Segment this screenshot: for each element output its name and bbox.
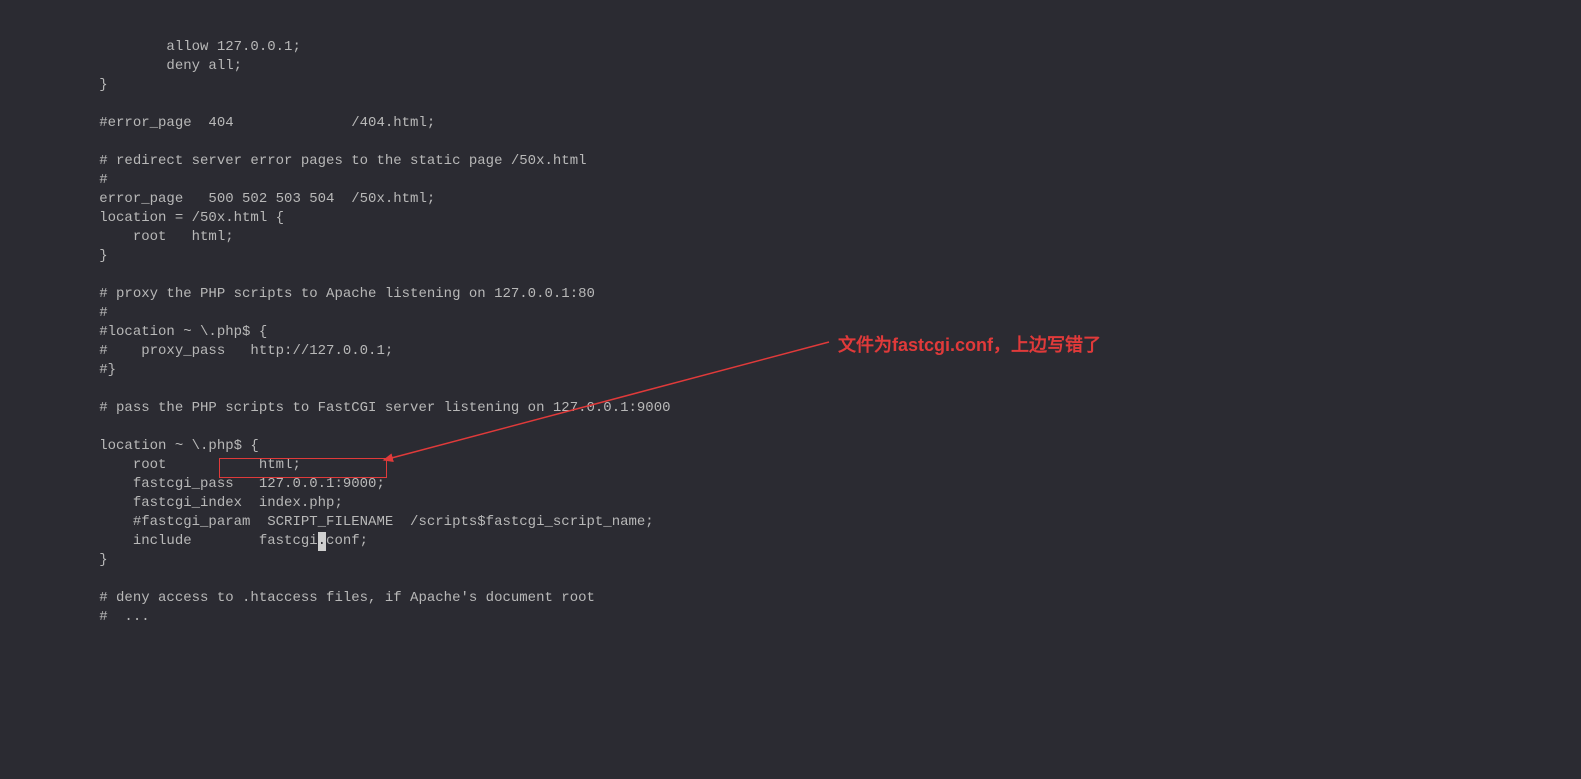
code-line: # pass the PHP scripts to FastCGI server… <box>32 399 1581 418</box>
code-line <box>32 380 1581 399</box>
code-line: #fastcgi_param SCRIPT_FILENAME /scripts$… <box>32 513 1581 532</box>
code-line <box>32 570 1581 589</box>
code-line: fastcgi_index index.php; <box>32 494 1581 513</box>
code-line: error_page 500 502 503 504 /50x.html; <box>32 190 1581 209</box>
code-line: location ~ \.php$ { <box>32 437 1581 456</box>
code-line: # ... <box>32 608 1581 627</box>
code-line: deny all; <box>32 57 1581 76</box>
code-line: # <box>32 304 1581 323</box>
code-line <box>32 95 1581 114</box>
code-line: #location ~ \.php$ { <box>32 323 1581 342</box>
editor-wrapper: allow 127.0.0.1; deny all; } #error_page… <box>0 0 1581 541</box>
code-editor[interactable]: allow 127.0.0.1; deny all; } #error_page… <box>32 0 1581 541</box>
code-line: include fastcgi.conf; <box>32 532 1581 551</box>
code-line: root html; <box>32 228 1581 247</box>
code-line: # deny access to .htaccess files, if Apa… <box>32 589 1581 608</box>
code-line: #error_page 404 /404.html; <box>32 114 1581 133</box>
code-line <box>32 266 1581 285</box>
code-line <box>32 418 1581 437</box>
code-line: allow 127.0.0.1; <box>32 38 1581 57</box>
text-cursor: . <box>318 532 326 551</box>
code-line: fastcgi_pass 127.0.0.1:9000; <box>32 475 1581 494</box>
code-line: } <box>32 551 1581 570</box>
code-line: location = /50x.html { <box>32 209 1581 228</box>
code-line: #} <box>32 361 1581 380</box>
code-line: root html; <box>32 456 1581 475</box>
code-line: # proxy_pass http://127.0.0.1; <box>32 342 1581 361</box>
annotation-text: 文件为fastcgi.conf，上边写错了 <box>838 336 1101 355</box>
code-line: } <box>32 76 1581 95</box>
code-lines: allow 127.0.0.1; deny all; } #error_page… <box>32 38 1581 627</box>
code-line: # <box>32 171 1581 190</box>
gutter <box>0 0 32 541</box>
code-line: # proxy the PHP scripts to Apache listen… <box>32 285 1581 304</box>
code-line <box>32 133 1581 152</box>
code-line: # redirect server error pages to the sta… <box>32 152 1581 171</box>
code-line: } <box>32 247 1581 266</box>
